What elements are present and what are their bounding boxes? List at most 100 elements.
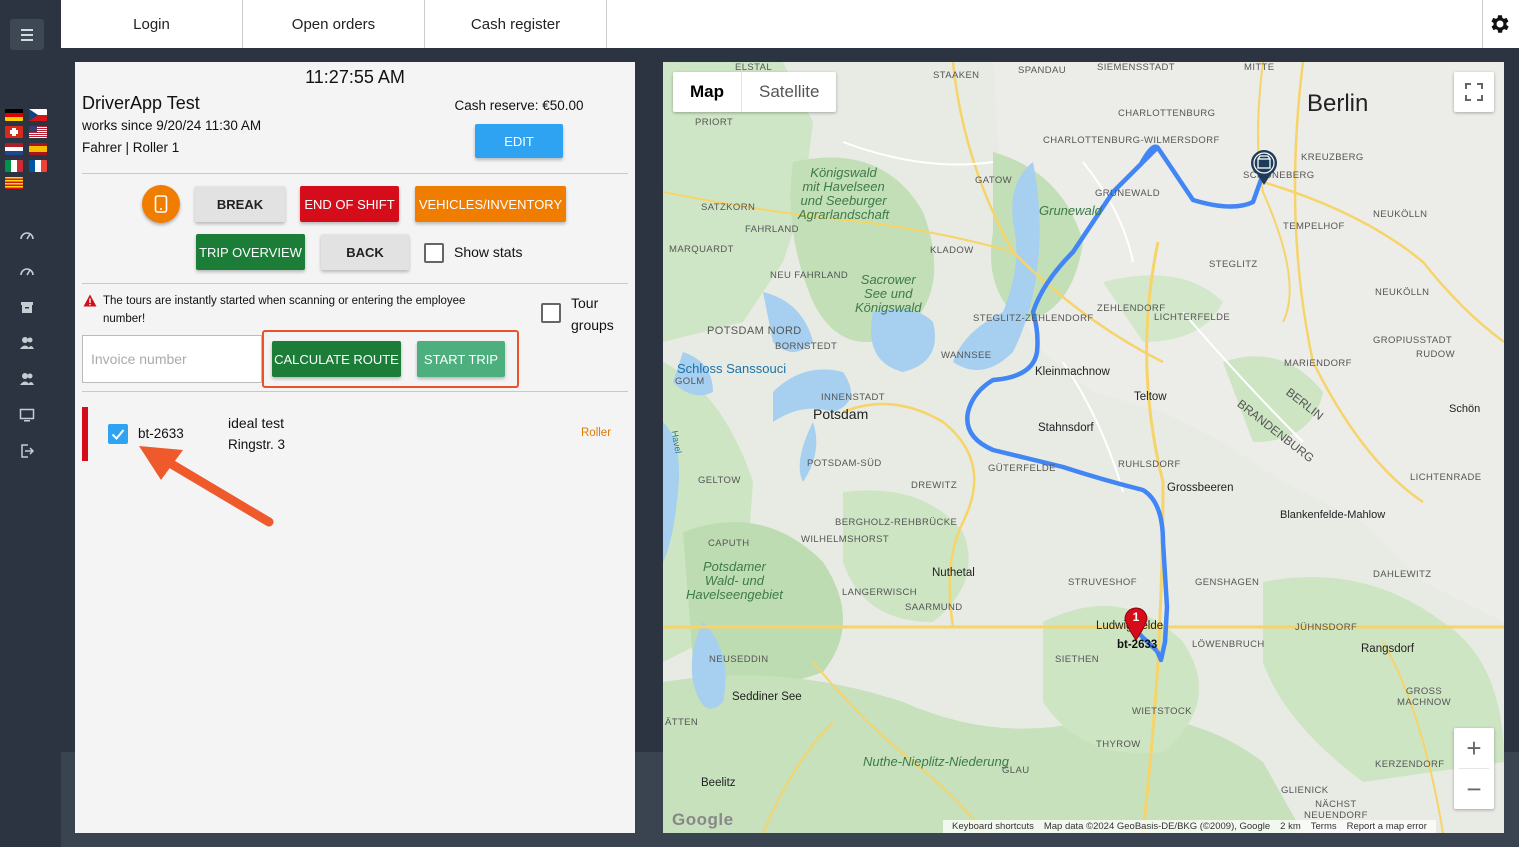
- keyboard-shortcuts-link[interactable]: Keyboard shortcuts: [947, 820, 1039, 833]
- phone-button[interactable]: [142, 185, 180, 223]
- label-ruhlsdorf: RUHLSDORF: [1118, 459, 1181, 470]
- invoice-number-input[interactable]: [82, 335, 262, 383]
- works-since: works since 9/20/24 11:30 AM: [82, 118, 262, 133]
- gear-icon[interactable]: [1488, 12, 1512, 36]
- archive-icon[interactable]: [19, 299, 35, 315]
- flag-catalonia-icon[interactable]: [5, 177, 23, 189]
- map[interactable]: Berlin Potsdam INNENSTADT POTSDAM NORD S…: [663, 62, 1504, 833]
- label-saarmund: SAARMUND: [905, 602, 963, 613]
- scale-label[interactable]: 2 km: [1275, 820, 1306, 833]
- marker-label: bt-2633: [1117, 639, 1158, 651]
- flag-us-icon[interactable]: [29, 126, 47, 138]
- map-data-attribution: Map data ©2024 GeoBasis-DE/BKG (©2009), …: [1043, 821, 1271, 832]
- monitor-icon[interactable]: [19, 407, 35, 423]
- label-charlottenburg: CHARLOTTENBURG: [1118, 108, 1216, 119]
- zoom-in-button[interactable]: +: [1454, 728, 1494, 768]
- top-navigation: Login Open orders Cash register: [61, 0, 1519, 48]
- break-button[interactable]: BREAK: [195, 186, 285, 222]
- map-type-map[interactable]: Map: [673, 72, 742, 112]
- label-juehnsdorf: JÜHNSDORF: [1295, 622, 1358, 633]
- divider: [82, 173, 628, 174]
- label-neukoelln: NEUKÖLLN: [1373, 209, 1428, 220]
- vehicles-inventory-button[interactable]: VEHICLES/INVENTORY: [415, 186, 566, 222]
- tour-groups-checkbox[interactable]: [541, 303, 561, 323]
- flag-nl-icon[interactable]: [5, 143, 23, 155]
- annotation-arrow-icon: [139, 446, 274, 527]
- terms-link[interactable]: Terms: [1306, 820, 1342, 833]
- order-checkbox[interactable]: [108, 424, 128, 444]
- label-mitte: MITTE: [1244, 62, 1275, 73]
- flag-es-icon[interactable]: [29, 143, 47, 155]
- divider: [82, 283, 628, 284]
- driver-role: Fahrer | Roller 1: [82, 140, 180, 155]
- label-koenigswald: Königswald mit Havelseen und Seeburger A…: [798, 165, 890, 222]
- label-satzkorn: SATZKORN: [701, 202, 756, 213]
- google-logo: Google: [672, 810, 734, 829]
- label-tempelhof: TEMPELHOF: [1283, 221, 1345, 232]
- label-naechst-neuendorf: NÄCHST NEUENDORF: [1304, 799, 1368, 821]
- zoom-out-button[interactable]: −: [1454, 769, 1494, 809]
- label-grunewald-forest: Grunewald: [1039, 203, 1102, 218]
- back-button[interactable]: BACK: [321, 234, 409, 270]
- label-kerzendorf: KERZENDORF: [1375, 759, 1445, 770]
- label-innenstadt: INNENSTADT: [821, 392, 885, 403]
- label-nuthetal: Nuthetal: [932, 567, 975, 579]
- menu-icon[interactable]: [10, 19, 44, 50]
- label-spandau: SPANDAU: [1018, 65, 1067, 76]
- label-thyrow: THYROW: [1096, 739, 1141, 750]
- label-potsdam: Potsdam: [813, 406, 869, 422]
- label-lichterfelde: LICHTERFELDE: [1154, 312, 1231, 323]
- edit-button[interactable]: EDIT: [475, 124, 563, 158]
- start-trip-button[interactable]: START TRIP: [417, 341, 505, 377]
- warning-icon: [83, 294, 97, 307]
- map-type-satellite[interactable]: Satellite: [742, 72, 836, 112]
- fullscreen-icon: [1465, 83, 1483, 101]
- label-drewitz: DREWITZ: [911, 480, 958, 491]
- label-steglitz-zehlendorf: STEGLITZ-ZEHLENDORF: [973, 313, 1094, 324]
- label-genshagen: GENSHAGEN: [1195, 577, 1260, 588]
- order-vehicle: Roller: [581, 427, 612, 439]
- order-customer-name: ideal test: [228, 415, 285, 431]
- label-grunewald: GRUNEWALD: [1095, 188, 1161, 199]
- label-staaken: STAAKEN: [933, 70, 980, 81]
- label-rangsdorf: Rangsdorf: [1361, 643, 1415, 655]
- label-teltow: Teltow: [1134, 391, 1167, 403]
- order-street: Ringstr. 3: [228, 437, 286, 452]
- show-stats-checkbox[interactable]: [424, 243, 444, 263]
- flag-fr-icon[interactable]: [29, 160, 47, 172]
- driver-panel: 11:27:55 AM DriverApp Test works since 9…: [75, 62, 635, 833]
- divider: [82, 391, 628, 392]
- flag-de-icon[interactable]: [5, 109, 23, 121]
- flag-it-icon[interactable]: [5, 160, 23, 172]
- label-charlottenburg-wilmersdorf: CHARLOTTENBURG-WILMERSDORF: [1043, 135, 1220, 146]
- trip-overview-button[interactable]: TRIP OVERVIEW: [196, 234, 305, 270]
- calculate-route-button[interactable]: CALCULATE ROUTE: [272, 341, 401, 377]
- dashboard-icon-2[interactable]: [19, 263, 35, 279]
- end-of-shift-button[interactable]: END OF SHIFT: [300, 186, 399, 222]
- users-icon[interactable]: [19, 335, 35, 351]
- label-glienick: GLIENICK: [1281, 785, 1329, 796]
- label-schoen: Schön: [1449, 403, 1481, 415]
- flag-cz-icon[interactable]: [29, 109, 47, 121]
- map-canvas: [663, 62, 1504, 833]
- label-siethen: SIETHEN: [1055, 654, 1099, 665]
- dashboard-icon[interactable]: [19, 227, 35, 243]
- label-wietstock: WIETSTOCK: [1132, 706, 1192, 717]
- map-type-toggle: Map Satellite: [673, 72, 837, 112]
- label-gropiusstadt: GROPIUSSTADT: [1373, 335, 1453, 346]
- tab-open-orders[interactable]: Open orders: [243, 0, 425, 48]
- flag-ch-icon[interactable]: [5, 126, 23, 138]
- label-dahlewitz: DAHLEWITZ: [1373, 569, 1432, 580]
- label-blankenfelde: Blankenfelde-Mahlow: [1280, 509, 1386, 521]
- tab-cash-register[interactable]: Cash register: [425, 0, 607, 48]
- label-kreuzberg: KREUZBERG: [1301, 152, 1364, 163]
- fullscreen-button[interactable]: [1454, 72, 1494, 112]
- users-icon-2[interactable]: [19, 371, 35, 387]
- label-wannsee: WANNSEE: [941, 350, 992, 361]
- logout-icon[interactable]: [19, 443, 35, 459]
- zoom-control: + −: [1454, 728, 1494, 809]
- tab-login[interactable]: Login: [61, 0, 243, 48]
- store-marker-icon[interactable]: [1250, 150, 1278, 186]
- report-error-link[interactable]: Report a map error: [1342, 820, 1432, 833]
- nav-divider: [1482, 0, 1483, 48]
